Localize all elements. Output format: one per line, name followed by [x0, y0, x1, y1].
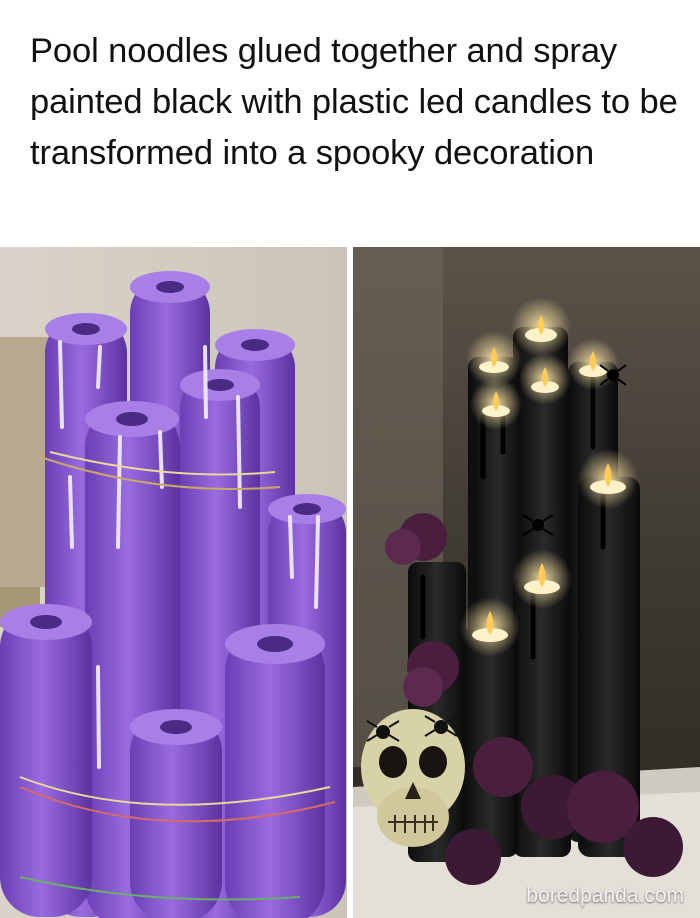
photo-purple-pool-noodles	[0, 247, 347, 918]
pool-noodles-illustration	[0, 247, 347, 918]
post-caption: Pool noodles glued together and spray pa…	[30, 32, 678, 172]
black-candles-illustration	[353, 247, 700, 918]
photo-black-candle-decoration: boredpanda.com	[353, 247, 700, 918]
boredpanda-watermark: boredpanda.com	[526, 884, 684, 907]
